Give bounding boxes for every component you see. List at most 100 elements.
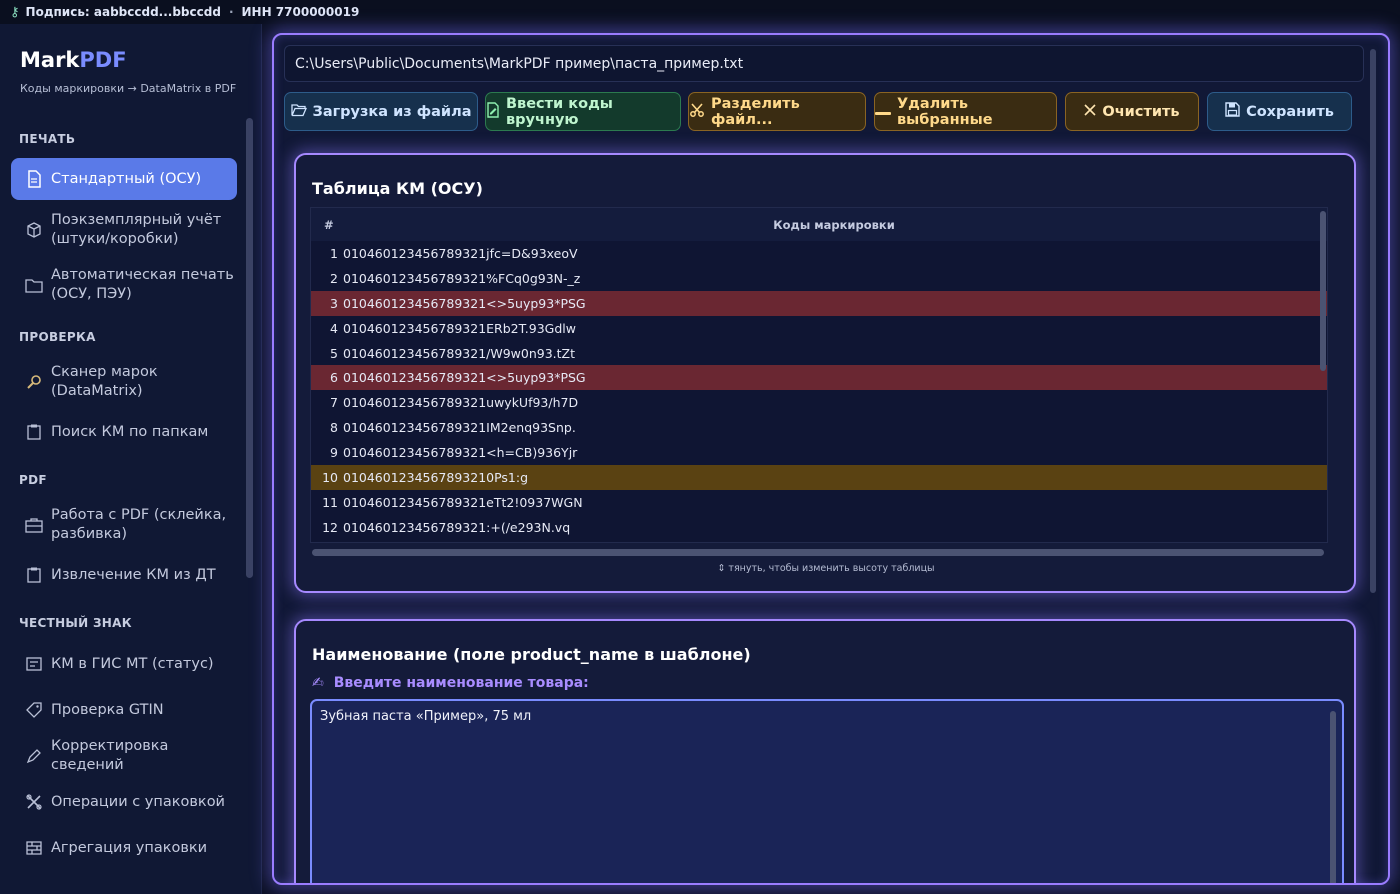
button-label: Очистить xyxy=(1102,103,1180,120)
section-pdf: PDF xyxy=(19,473,47,487)
table-row[interactable]: 4 010460123456789321ERb2T.93Gdlw xyxy=(311,316,1327,341)
row-code: 010460123456789321eTt2!0937WGN xyxy=(343,494,583,510)
key-icon: ⚷ xyxy=(10,4,20,20)
name-panel-title: Наименование (поле product_name в шаблон… xyxy=(312,645,751,664)
delete-selected-button[interactable]: Удалить выбранные xyxy=(874,92,1057,131)
row-code: 010460123456789321/W9w0n93.tZt xyxy=(343,345,576,361)
load-from-file-button[interactable]: Загрузка из файла xyxy=(284,92,478,131)
sidebar-item-folder-search[interactable]: Поиск КМ по папкам xyxy=(11,421,237,443)
sidebar-item-extract-dt[interactable]: Извлечение КМ из ДТ xyxy=(11,564,237,586)
sidebar-item-correction[interactable]: Корректировка сведений xyxy=(11,738,237,773)
table-row[interactable]: 8 010460123456789321IM2enq93Snp. xyxy=(311,415,1327,440)
table-row-duplicate[interactable]: 6 010460123456789321<>5uyp93*PSG xyxy=(311,365,1327,391)
sidebar-item-gtin-check[interactable]: Проверка GTIN xyxy=(11,699,237,721)
product-name-value: Зубная паста «Пример», 75 мл xyxy=(320,709,532,724)
sidebar-item-label: Корректировка сведений xyxy=(51,738,169,773)
brand-subtitle: Коды маркировки → DataMatrix в PDF xyxy=(20,82,237,95)
row-code: 010460123456789321:+(/e293N.vq xyxy=(343,519,571,535)
sidebar-item-standard[interactable]: Стандартный (ОСУ) xyxy=(11,158,237,200)
table-row-duplicate[interactable]: 3 010460123456789321<>5uyp93*PSG xyxy=(311,290,1327,316)
sidebar-item-label: Проверка GTIN xyxy=(51,701,164,718)
sidebar-item-label: Стандартный (ОСУ) xyxy=(51,170,202,187)
row-code: 010460123456789321<>5uyp93*PSG xyxy=(343,295,586,311)
row-number: 4 xyxy=(330,320,338,336)
row-number: 3 xyxy=(330,295,338,311)
resize-hint[interactable]: ⇕ тянуть, чтобы изменить высоту таблицы xyxy=(296,563,1356,574)
table-row[interactable]: 5 010460123456789321/W9w0n93.tZt xyxy=(311,341,1327,366)
box-icon xyxy=(25,221,43,239)
table-row-warning[interactable]: 10 0104601234567893210Ps1:g xyxy=(311,465,1327,490)
clear-button[interactable]: Очистить xyxy=(1065,92,1199,131)
clipboard-icon xyxy=(25,423,43,441)
row-code: 010460123456789321ERb2T.93Gdlw xyxy=(343,320,576,336)
row-code: 010460123456789321<h=CB)936Yjr xyxy=(343,445,578,461)
table-row[interactable]: 7 010460123456789321uwykUf93/h7D xyxy=(311,390,1327,415)
row-number: 12 xyxy=(322,519,338,535)
row-code: 0104601234567893210Ps1:g xyxy=(343,469,529,485)
document-icon xyxy=(25,170,43,188)
button-label: Разделить файл... xyxy=(711,95,800,128)
section-check: ПРОВЕРКА xyxy=(19,330,96,344)
tag-icon xyxy=(25,701,43,719)
sidebar-item-per-unit[interactable]: Поэкземплярный учёт (штуки/коробки) xyxy=(11,209,237,251)
sidebar-item-scanner[interactable]: Сканер марок (DataMatrix) xyxy=(11,361,237,403)
textarea-scrollbar[interactable] xyxy=(1330,711,1336,883)
sidebar-item-auto-print[interactable]: Автоматическая печать (ОСУ, ПЭУ) xyxy=(11,264,237,306)
sidebar-item-label: КМ в ГИС МТ (статус) xyxy=(51,655,214,672)
button-label: Сохранить xyxy=(1246,103,1334,120)
column-header-codes[interactable]: Коды маркировки xyxy=(341,218,1327,232)
sidebar-scrollbar[interactable] xyxy=(246,118,253,578)
table-horizontal-scrollbar[interactable] xyxy=(312,549,1324,556)
product-name-input[interactable]: Зубная паста «Пример», 75 мл xyxy=(310,699,1344,883)
sidebar-item-aggregation[interactable]: Агрегация упаковки xyxy=(11,837,237,859)
row-code: 010460123456789321uwykUf93/h7D xyxy=(343,395,579,411)
column-header-number[interactable]: # xyxy=(311,218,341,232)
edit-document-icon xyxy=(486,101,500,122)
row-number: 11 xyxy=(322,494,338,510)
app-logo: MarkPDF xyxy=(20,48,127,72)
button-label: Загрузка из файла xyxy=(312,103,472,120)
codes-table[interactable]: # Коды маркировки 1 010460123456789321jfc… xyxy=(310,207,1328,543)
row-number: 8 xyxy=(330,420,338,436)
file-path-field[interactable]: C:\Users\Public\Documents\MarkPDF пример… xyxy=(284,45,1364,82)
minus-icon xyxy=(875,104,891,120)
save-button[interactable]: Сохранить xyxy=(1207,92,1352,131)
table-row[interactable]: 2 010460123456789321%FCq0g93N-_z xyxy=(311,266,1327,291)
sidebar-item-label: Операции с упаковкой xyxy=(51,793,225,810)
tools-icon xyxy=(25,793,43,811)
table-row[interactable]: 11 010460123456789321eTt2!0937WGN xyxy=(311,490,1327,515)
sidebar-item-gis-status[interactable]: КМ в ГИС МТ (статус) xyxy=(11,653,237,675)
table-row[interactable]: 12 010460123456789321:+(/e293N.vq xyxy=(311,515,1327,540)
table-row[interactable]: 9 010460123456789321<h=CB)936Yjr xyxy=(311,440,1327,465)
sidebar-item-label: Сканер марок (DataMatrix) xyxy=(51,364,158,399)
brand-name-part2: PDF xyxy=(79,48,127,72)
row-number: 10 xyxy=(322,469,338,485)
split-file-button[interactable]: Разделить файл... xyxy=(688,92,866,131)
product-name-label-text: Введите наименование товара: xyxy=(333,675,589,691)
main-scrollbar[interactable] xyxy=(1370,49,1376,593)
row-number: 2 xyxy=(330,270,338,286)
sidebar-item-packaging-ops[interactable]: Операции с упаковкой xyxy=(11,791,237,813)
sidebar-item-pdf-tools[interactable]: Работа с PDF (склейка, разбивка) xyxy=(11,504,237,546)
floppy-disk-icon xyxy=(1225,102,1240,121)
sidebar-item-label: Извлечение КМ из ДТ xyxy=(51,566,216,583)
product-name-label: ✍ Введите наименование товара: xyxy=(312,675,589,691)
sidebar-item-label: Поиск КМ по папкам xyxy=(51,423,209,440)
sidebar: MarkPDF Коды маркировки → DataMatrix в P… xyxy=(0,24,262,894)
brand-name-part1: Mark xyxy=(20,48,80,72)
sidebar-item-label: Поэкземплярный учёт (штуки/коробки) xyxy=(51,212,222,247)
signature-text: Подпись: aabbccdd...bbccdd xyxy=(25,5,221,19)
product-name-panel: Наименование (поле product_name в шаблон… xyxy=(294,619,1356,883)
sidebar-item-label: Автоматическая печать (ОСУ, ПЭУ) xyxy=(51,267,234,302)
clipboard-icon xyxy=(25,566,43,584)
enter-codes-manually-button[interactable]: Ввести коды вручную xyxy=(485,92,681,131)
folder-open-icon xyxy=(290,103,307,121)
row-code: 010460123456789321jfc=D&93xeoV xyxy=(343,245,578,261)
status-bar: ⚷ Подпись: aabbccdd...bbccdd · ИНН 77000… xyxy=(0,0,1400,24)
row-code: 010460123456789321%FCq0g93N-_z xyxy=(343,270,581,286)
table-vertical-scrollbar[interactable] xyxy=(1320,211,1326,371)
section-print: ПЕЧАТЬ xyxy=(19,132,76,146)
sidebar-item-label: Агрегация упаковки xyxy=(51,839,208,856)
magnifier-icon xyxy=(25,373,43,391)
table-row[interactable]: 1 010460123456789321jfc=D&93xeoV xyxy=(311,241,1327,266)
